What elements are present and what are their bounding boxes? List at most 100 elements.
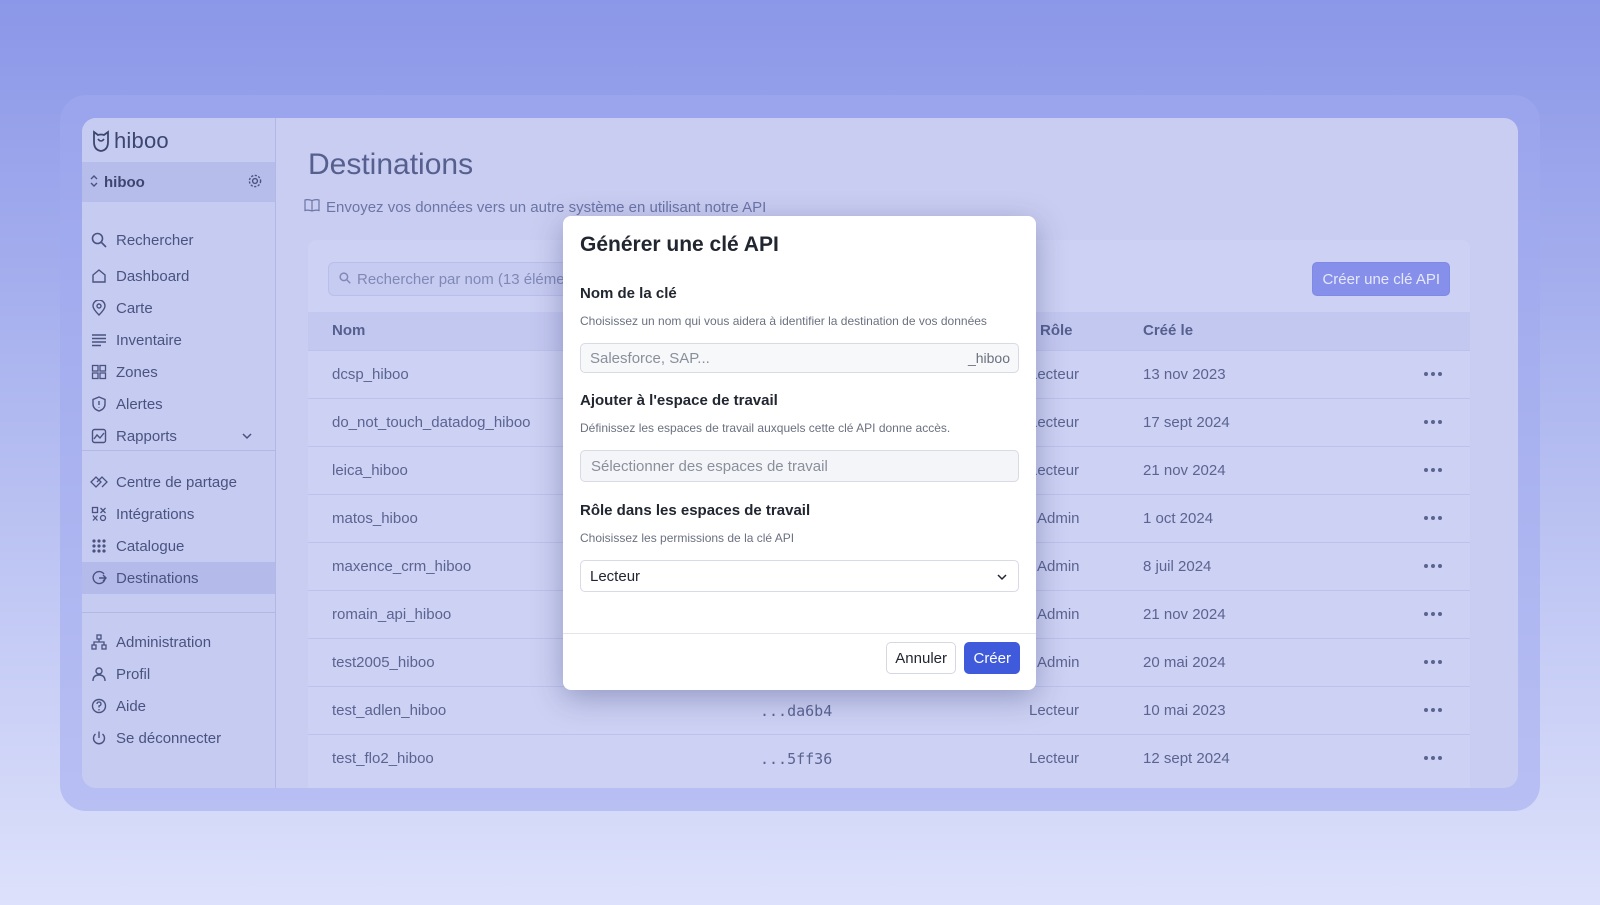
- row-name: test_adlen_hiboo: [332, 702, 447, 719]
- row-role: Admin: [1037, 654, 1080, 671]
- key-name-input[interactable]: Salesforce, SAP... _hiboo: [580, 343, 1019, 373]
- more-options-icon[interactable]: [1424, 708, 1442, 712]
- table-search-placeholder: Rechercher par nom (13 éléments): [357, 270, 580, 288]
- modal-title: Générer une clé API: [580, 233, 779, 256]
- row-role: Admin: [1037, 510, 1080, 527]
- help-icon: [90, 697, 108, 715]
- integrations-icon: [90, 505, 108, 523]
- row-role: Lecteur: [1029, 462, 1080, 479]
- sidebar-item-carte[interactable]: Carte: [82, 292, 275, 324]
- sidebar-item-label: Dashboard: [116, 267, 190, 285]
- row-role: Admin: [1037, 558, 1080, 575]
- table-row[interactable]: test_adlen_hiboo ...da6b4 Lecteur 10 mai…: [308, 686, 1470, 735]
- sidebar-item-alertes[interactable]: Alertes: [82, 388, 275, 420]
- sidebar-search-label: Rechercher: [116, 231, 194, 249]
- row-name: romain_api_hiboo: [332, 606, 452, 623]
- sidebar-item-aide[interactable]: Aide: [82, 690, 275, 722]
- sidebar-divider: [82, 612, 275, 613]
- sidebar-item-profil[interactable]: Profil: [82, 658, 275, 690]
- column-header-name[interactable]: Nom: [332, 312, 365, 350]
- generate-api-key-modal: Générer une clé API Nom de la clé Choisi…: [563, 216, 1036, 690]
- row-role: Lecteur: [1029, 750, 1080, 767]
- row-key: ...5ff36: [760, 750, 833, 768]
- cancel-button[interactable]: Annuler: [886, 642, 956, 674]
- row-name: leica_hiboo: [332, 462, 408, 479]
- more-options-icon[interactable]: [1424, 516, 1442, 520]
- key-name-suffix: _hiboo: [967, 350, 1010, 366]
- row-key: ...da6b4: [760, 702, 833, 720]
- sidebar-item-label: Destinations: [116, 569, 199, 587]
- sidebar-item-label: Se déconnecter: [116, 729, 222, 747]
- sidebar: hiboo hiboo Rechercher Dashboard Carte I…: [82, 118, 276, 788]
- sidebar-item-administration[interactable]: Administration: [82, 626, 275, 658]
- logo[interactable]: hiboo: [92, 128, 169, 154]
- home-icon: [90, 267, 108, 285]
- search-icon: [339, 271, 351, 288]
- org-icon: [90, 633, 108, 651]
- list-icon: [90, 331, 108, 349]
- destinations-icon: [90, 569, 108, 587]
- chevron-down-icon: [996, 570, 1008, 587]
- create-button[interactable]: Créer: [964, 642, 1020, 674]
- page-subtitle: Envoyez vos données vers un autre systèm…: [304, 198, 766, 216]
- table-row[interactable]: test_flo2_hiboo ...5ff36 Lecteur 12 sept…: [308, 734, 1470, 783]
- sidebar-item-dashboard[interactable]: Dashboard: [82, 260, 275, 292]
- create-api-key-button[interactable]: Créer une clé API: [1312, 262, 1450, 296]
- row-name: dcsp_hiboo: [332, 366, 409, 383]
- workspace-select[interactable]: Sélectionner des espaces de travail: [580, 450, 1019, 482]
- more-options-icon[interactable]: [1424, 564, 1442, 568]
- sidebar-group-main: Dashboard Carte Inventaire Zones Alertes…: [82, 260, 275, 452]
- more-options-icon[interactable]: [1424, 756, 1442, 760]
- row-created: 17 sept 2024: [1143, 414, 1230, 431]
- more-options-icon[interactable]: [1424, 660, 1442, 664]
- sidebar-item-inventaire[interactable]: Inventaire: [82, 324, 275, 356]
- more-options-icon[interactable]: [1424, 612, 1442, 616]
- owl-logo-icon: [93, 130, 109, 152]
- role-label: Rôle dans les espaces de travail: [580, 502, 811, 519]
- sidebar-item-label: Catalogue: [116, 537, 185, 555]
- workspace-help: Définissez les espaces de travail auxque…: [580, 421, 951, 435]
- row-name: test2005_hiboo: [332, 654, 435, 671]
- sidebar-item-centre-de-partage[interactable]: Centre de partage: [82, 466, 275, 498]
- sidebar-item-label: Carte: [116, 299, 153, 317]
- column-header-role[interactable]: Rôle: [1040, 312, 1073, 350]
- sidebar-item-rapports[interactable]: Rapports: [82, 420, 275, 452]
- column-header-created[interactable]: Créé le: [1143, 312, 1193, 350]
- chevron-down-icon[interactable]: [241, 429, 253, 446]
- sidebar-item-zones[interactable]: Zones: [82, 356, 275, 388]
- sidebar-item-integrations[interactable]: Intégrations: [82, 498, 275, 530]
- sidebar-item-catalogue[interactable]: Catalogue: [82, 530, 275, 562]
- search-icon: [90, 231, 108, 249]
- more-options-icon[interactable]: [1424, 372, 1442, 376]
- book-icon: [304, 198, 320, 216]
- workspace-name: hiboo: [104, 173, 145, 191]
- logo-text: hiboo: [114, 128, 169, 153]
- workspace-switcher[interactable]: hiboo: [82, 162, 275, 202]
- more-options-icon[interactable]: [1424, 468, 1442, 472]
- key-name-placeholder: Salesforce, SAP...: [590, 349, 710, 367]
- row-created: 13 nov 2023: [1143, 366, 1226, 383]
- sidebar-item-deconnexion[interactable]: Se déconnecter: [82, 722, 275, 754]
- sidebar-item-label: Alertes: [116, 395, 163, 413]
- row-created: 8 juil 2024: [1143, 558, 1212, 575]
- sidebar-item-destinations[interactable]: Destinations: [82, 562, 275, 594]
- more-options-icon[interactable]: [1424, 420, 1442, 424]
- table-search-input[interactable]: Rechercher par nom (13 éléments): [328, 262, 580, 296]
- row-role: Lecteur: [1029, 702, 1080, 719]
- sidebar-item-label: Centre de partage: [116, 473, 237, 491]
- workspace-label: Ajouter à l'espace de travail: [580, 392, 778, 409]
- role-help: Choisissez les permissions de la clé API: [580, 531, 795, 545]
- grid-icon: [90, 363, 108, 381]
- key-name-help: Choisissez un nom qui vous aidera à iden…: [580, 314, 987, 328]
- role-select[interactable]: Lecteur: [580, 560, 1019, 592]
- sidebar-search[interactable]: Rechercher: [82, 224, 275, 256]
- row-name: do_not_touch_datadog_hiboo: [332, 414, 531, 431]
- sidebar-group-data: Centre de partage Intégrations Catalogue…: [82, 466, 275, 594]
- catalog-icon: [90, 537, 108, 555]
- gear-icon[interactable]: [247, 173, 263, 194]
- row-created: 1 oct 2024: [1143, 510, 1214, 527]
- workspace-placeholder: Sélectionner des espaces de travail: [591, 457, 828, 475]
- role-select-value: Lecteur: [590, 567, 641, 585]
- chart-icon: [90, 427, 108, 445]
- sidebar-search-area: Rechercher: [82, 224, 275, 256]
